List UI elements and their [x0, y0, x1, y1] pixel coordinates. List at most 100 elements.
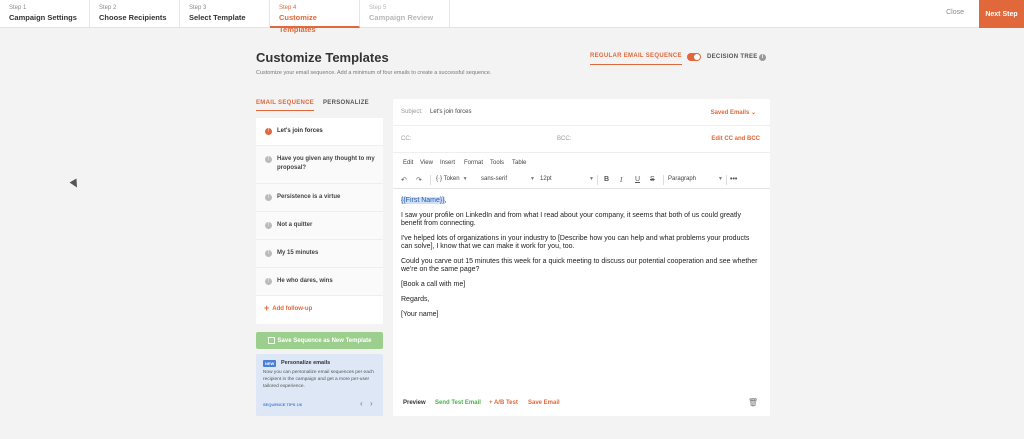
bcc-field[interactable]: BCC:: [557, 136, 571, 142]
cc-field[interactable]: CC:: [401, 136, 411, 142]
subject-input[interactable]: Let's join forces: [430, 109, 472, 115]
mode-decision-tree[interactable]: DECISION TREE: [707, 54, 758, 60]
body-paragraph: [Book a call with me]: [401, 281, 466, 288]
font-family-value: sans-serif: [481, 176, 508, 182]
token-dropdown[interactable]: {·} Token ▼: [436, 176, 468, 182]
tab-email-sequence[interactable]: EMAIL SEQUENCE: [256, 100, 315, 111]
step-campaign-review[interactable]: Step 5 Campaign Review: [360, 0, 450, 28]
next-step-button[interactable]: Next Step: [979, 0, 1024, 28]
chevron-down-icon: ▼: [530, 176, 535, 182]
step-number: Step 5: [369, 5, 387, 11]
tab-personalize[interactable]: PERSONALIZE: [323, 100, 369, 106]
block-format-value: Paragraph: [668, 176, 697, 182]
saved-emails-dropdown[interactable]: Saved Emails ⌄: [711, 109, 756, 116]
step-label: Customize Templates: [279, 13, 317, 34]
plus-icon: +: [264, 303, 270, 313]
sequence-email-item[interactable]: ! Not a quitter: [256, 212, 383, 240]
redo-icon[interactable]: ↷: [416, 176, 422, 184]
toolbar-divider: [430, 175, 431, 185]
menu-view[interactable]: View: [420, 160, 433, 166]
toolbar-divider: [663, 175, 664, 185]
page-subtitle: Customize your email sequence. Add a min…: [256, 70, 492, 76]
alert-icon: !: [265, 194, 272, 201]
underline-icon[interactable]: U: [635, 176, 640, 183]
toolbar-divider: [726, 175, 727, 185]
body-paragraph: Regards,: [401, 296, 430, 303]
step-number: Step 2: [99, 5, 117, 11]
alert-icon: !: [265, 250, 272, 257]
step-number: Step 4: [279, 5, 297, 11]
subject-row: Subject: Let's join forces Saved Emails …: [393, 99, 770, 126]
step-select-template[interactable]: Step 3 Select Template: [180, 0, 270, 28]
menu-tools[interactable]: Tools: [490, 160, 504, 166]
menu-table[interactable]: Table: [512, 160, 526, 166]
font-size-dropdown[interactable]: 12pt ▼: [540, 176, 594, 182]
editor-menubar: Edit View Insert Format Tools Table: [393, 156, 770, 170]
stepper-bar: Step 1 Campaign Settings Step 2 Choose R…: [0, 0, 1024, 34]
more-options-icon[interactable]: •••: [730, 176, 737, 183]
menu-format[interactable]: Format: [464, 160, 483, 166]
step-choose-recipients[interactable]: Step 2 Choose Recipients: [90, 0, 180, 28]
preview-button[interactable]: Preview: [403, 400, 426, 406]
send-test-email-button[interactable]: Send Test Email: [435, 400, 481, 406]
undo-icon[interactable]: ↶: [401, 176, 407, 184]
sequence-email-item[interactable]: ! Have you given any thought to my propo…: [256, 146, 383, 184]
first-name-token[interactable]: {{First Name}}: [401, 197, 445, 204]
page-title: Customize Templates: [256, 50, 389, 65]
strikethrough-icon[interactable]: S: [650, 176, 655, 183]
sequence-email-label: He who dares, wins: [277, 278, 333, 284]
template-icon: [267, 337, 275, 344]
block-format-dropdown[interactable]: Paragraph ▼: [668, 176, 726, 182]
step-number: Step 3: [189, 5, 207, 11]
body-paragraph: I saw your profile on LinkedIn and from …: [401, 212, 741, 227]
greeting-line: {{First Name}},: [401, 197, 761, 205]
sequence-email-item[interactable]: ! My 15 minutes: [256, 240, 383, 268]
step-customize-templates[interactable]: Step 4 Customize Templates: [270, 0, 360, 34]
alert-icon: !: [265, 222, 272, 229]
save-sequence-template-button[interactable]: Save Sequence as New Template: [256, 332, 383, 349]
sequence-email-item[interactable]: ! He who dares, wins: [256, 268, 383, 296]
chevron-down-icon: ⌄: [750, 110, 756, 116]
step-number: Step 1: [9, 5, 27, 11]
body-paragraph: Could you carve out 15 minutes this week…: [401, 258, 758, 273]
ab-test-button[interactable]: + A/B Test: [489, 400, 518, 406]
info-icon[interactable]: i: [759, 54, 766, 61]
new-badge: NEW: [263, 360, 277, 367]
editor-toolbar: ↶ ↷ {·} Token ▼ sans-serif ▼ 12pt ▼ B I U S…: [393, 172, 770, 189]
chevron-left-icon[interactable]: ‹: [360, 399, 363, 408]
bold-icon[interactable]: B: [604, 176, 609, 183]
sequence-email-item[interactable]: ! Persistence is a virtue: [256, 184, 383, 212]
sequence-email-item[interactable]: ! Let's join forces: [256, 118, 383, 146]
sequence-email-label: My 15 minutes: [277, 250, 319, 256]
mode-toggle[interactable]: [687, 53, 701, 61]
email-sequence-list: ! Let's join forces ! Have you given any…: [256, 118, 383, 324]
step-label: Campaign Settings: [9, 13, 77, 22]
save-email-button[interactable]: Save Email: [528, 400, 560, 406]
edit-cc-bcc-link[interactable]: Edit CC and BCC: [711, 136, 760, 142]
italic-icon[interactable]: I: [620, 176, 622, 184]
alert-icon: !: [265, 128, 272, 135]
menu-edit[interactable]: Edit: [403, 160, 413, 166]
toolbar-divider: [597, 175, 598, 185]
mouse-cursor-icon: [69, 178, 81, 190]
sequence-email-label: Let's join forces: [277, 128, 323, 134]
email-body-editor[interactable]: {{First Name}}, I saw your profile on Li…: [401, 197, 761, 326]
menu-insert[interactable]: Insert: [440, 160, 455, 166]
mode-regular-sequence[interactable]: REGULAR EMAIL SEQUENCE: [590, 53, 682, 65]
token-icon: {·}: [436, 176, 443, 182]
trash-icon[interactable]: 🗑: [748, 398, 758, 407]
step-campaign-settings[interactable]: Step 1 Campaign Settings: [0, 0, 90, 28]
sequence-tips-card: NEW Personalize emails Now you can perso…: [256, 354, 383, 416]
sequence-email-label: Persistence is a virtue: [277, 194, 341, 200]
font-family-dropdown[interactable]: sans-serif ▼: [481, 176, 535, 182]
close-button[interactable]: Close: [946, 9, 964, 16]
tips-counter: SEQUENCE TIPS 1/6: [263, 402, 303, 407]
token-label: Token: [443, 176, 460, 182]
step-label: Choose Recipients: [99, 13, 167, 22]
chevron-right-icon[interactable]: ›: [370, 399, 373, 408]
chevron-down-icon: ▼: [718, 176, 723, 182]
alert-icon: !: [265, 278, 272, 285]
body-paragraph: [Your name]: [401, 311, 439, 318]
add-followup-button[interactable]: + Add follow-up: [264, 303, 312, 313]
saved-emails-label: Saved Emails: [710, 110, 750, 116]
